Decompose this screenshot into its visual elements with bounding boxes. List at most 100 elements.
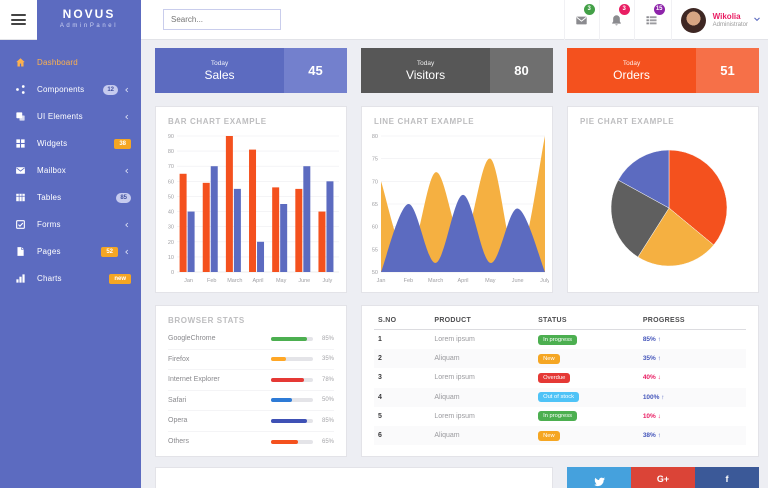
svg-text:May: May bbox=[276, 278, 287, 284]
svg-text:June: June bbox=[512, 278, 524, 284]
svg-text:90: 90 bbox=[168, 134, 174, 140]
sidebar-badge: 12 bbox=[103, 85, 118, 95]
sidebar-item-forms[interactable]: Forms bbox=[0, 211, 141, 238]
svg-text:50: 50 bbox=[168, 194, 174, 200]
progress-track bbox=[271, 357, 313, 361]
sidebar-item-label: Pages bbox=[37, 247, 61, 256]
search-input[interactable] bbox=[163, 9, 281, 30]
table-row: 1Lorem ipsumIn progress85% ↑ bbox=[374, 330, 746, 350]
user-menu[interactable]: Wikolia Administrator bbox=[671, 0, 762, 40]
panel-title: BROWSER STATS bbox=[168, 316, 346, 325]
stat-period: Today bbox=[623, 60, 640, 67]
browser-stat-row: Safari50% bbox=[168, 391, 334, 412]
svg-text:20: 20 bbox=[168, 240, 174, 246]
user-name: Wikolia bbox=[713, 12, 748, 21]
table-header: STATUS bbox=[534, 312, 639, 330]
sidebar-item-label: Dashboard bbox=[37, 58, 78, 67]
sidebar-item-widgets[interactable]: Widgets38 bbox=[0, 130, 141, 157]
progress-value: 10% ↓ bbox=[643, 413, 661, 420]
progress-fill bbox=[271, 398, 292, 402]
widgets-icon bbox=[15, 138, 26, 149]
pie-chart-panel: PIE CHART EXAMPLE bbox=[567, 106, 759, 293]
tasks-icon bbox=[645, 14, 658, 27]
status-badge: New bbox=[538, 354, 560, 364]
browser-stat-row: Opera85% bbox=[168, 411, 334, 432]
brand-name: NOVUS bbox=[37, 8, 141, 20]
sidebar-item-label: Widgets bbox=[37, 139, 67, 148]
notification-count-badge: 15 bbox=[654, 4, 665, 15]
status-badge: Out of stock bbox=[538, 392, 579, 402]
svg-text:Feb: Feb bbox=[404, 278, 413, 284]
google-plus-button[interactable]: G+ bbox=[631, 467, 695, 488]
notification-count-badge: 3 bbox=[619, 4, 630, 15]
svg-text:Jan: Jan bbox=[184, 278, 193, 284]
sidebar-item-ui-elements[interactable]: UI Elements bbox=[0, 103, 141, 130]
svg-text:40: 40 bbox=[168, 210, 174, 216]
browser-percent: 50% bbox=[319, 397, 334, 403]
user-role: Administrator bbox=[713, 22, 748, 28]
sidebar-badge: 85 bbox=[116, 193, 131, 203]
envelope-notification-button[interactable]: 3 bbox=[564, 0, 599, 40]
menu-toggle-icon[interactable] bbox=[11, 14, 26, 25]
progress-value: 85% ↑ bbox=[643, 336, 661, 343]
line-chart-panel: LINE CHART EXAMPLE 50556065707580JanFebM… bbox=[361, 106, 553, 293]
progress-fill bbox=[271, 440, 298, 444]
stat-card-visitors: TodayVisitors80 bbox=[361, 48, 553, 93]
svg-text:July: July bbox=[323, 278, 333, 284]
progress-fill bbox=[271, 337, 307, 341]
sidebar-item-label: UI Elements bbox=[37, 112, 83, 121]
avatar bbox=[681, 8, 706, 33]
status-badge: In progress bbox=[538, 411, 577, 421]
progress-track bbox=[271, 337, 313, 341]
facebook-button[interactable]: f bbox=[695, 467, 759, 488]
sidebar-item-components[interactable]: Components12 bbox=[0, 76, 141, 103]
ui-elements-icon bbox=[15, 111, 26, 122]
svg-text:80: 80 bbox=[168, 149, 174, 155]
sidebar-item-label: Forms bbox=[37, 220, 61, 229]
sidebar-item-charts[interactable]: Chartsnew bbox=[0, 265, 141, 292]
sidebar-item-tables[interactable]: Tables85 bbox=[0, 184, 141, 211]
svg-text:60: 60 bbox=[372, 225, 378, 231]
progress-track bbox=[271, 440, 313, 444]
browser-stat-row: Internet Explorer78% bbox=[168, 370, 334, 391]
sidebar-badge: 52 bbox=[101, 247, 118, 257]
svg-text:0: 0 bbox=[171, 270, 174, 276]
line-chart: 50556065707580JanFebMarchAprilMayJuneJul… bbox=[367, 128, 548, 291]
stat-value: 45 bbox=[284, 48, 347, 93]
table-row: 2AliquamNew35% ↑ bbox=[374, 349, 746, 368]
stat-value: 80 bbox=[490, 48, 553, 93]
chevron-left-icon bbox=[123, 248, 131, 256]
browser-percent: 85% bbox=[319, 336, 334, 342]
bell-notification-button[interactable]: 3 bbox=[599, 0, 634, 40]
stat-period: Today bbox=[417, 60, 434, 67]
svg-text:80: 80 bbox=[372, 134, 378, 140]
table-header: PROGRESS bbox=[639, 312, 746, 330]
product-table-panel: S.NOPRODUCTSTATUSPROGRESS 1Lorem ipsumIn… bbox=[361, 305, 759, 457]
stat-card-orders: TodayOrders51 bbox=[567, 48, 759, 93]
chevron-left-icon bbox=[123, 113, 131, 121]
browser-percent: 65% bbox=[319, 439, 334, 445]
charts-icon bbox=[15, 273, 26, 284]
notification-count-badge: 3 bbox=[584, 4, 595, 15]
top-header: NOVUS AdminPanel 3 3 15 Wikolia Administra… bbox=[0, 0, 768, 40]
stat-value: 51 bbox=[696, 48, 759, 93]
sidebar-item-pages[interactable]: Pages 52 bbox=[0, 238, 141, 265]
status-badge: Overdue bbox=[538, 373, 570, 383]
envelope-icon bbox=[575, 14, 588, 27]
chevron-left-icon bbox=[123, 167, 131, 175]
sidebar-item-dashboard[interactable]: Dashboard bbox=[0, 49, 141, 76]
tasks-notification-button[interactable]: 15 bbox=[634, 0, 669, 40]
bar-chart: 0102030405060708090JanFebMarchAprilMayJu… bbox=[161, 128, 342, 291]
twitter-button[interactable] bbox=[567, 467, 631, 488]
brand-subtitle: AdminPanel bbox=[37, 23, 141, 29]
sidebar-item-mailbox[interactable]: Mailbox bbox=[0, 157, 141, 184]
stat-label: Sales bbox=[205, 68, 235, 82]
table-row: 4AliquamOut of stock100% ↑ bbox=[374, 388, 746, 407]
panel-title: PIE CHART EXAMPLE bbox=[580, 117, 758, 126]
svg-text:March: March bbox=[227, 278, 242, 284]
progress-value: 35% ↑ bbox=[643, 355, 661, 362]
bottom-panel bbox=[155, 467, 553, 488]
brand-logo[interactable]: NOVUS AdminPanel bbox=[37, 0, 141, 40]
svg-text:50: 50 bbox=[372, 270, 378, 276]
svg-text:30: 30 bbox=[168, 225, 174, 231]
